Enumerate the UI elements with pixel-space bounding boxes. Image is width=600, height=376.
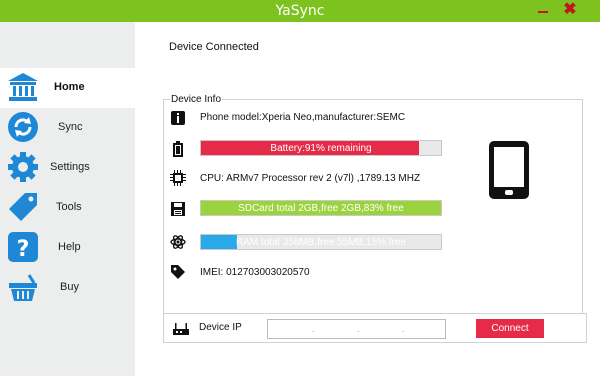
imei: IMEI: 012703003020570 [200,267,310,278]
gear-icon [8,152,38,182]
app-title: YaSync [275,3,325,19]
router-icon [173,323,189,335]
basket-icon [9,274,37,301]
floppy-icon [171,202,185,216]
sidebar-item-tools[interactable]: Tools [0,188,135,228]
device-info-title: Device Info [170,94,223,105]
sidebar-item-label: Help [58,241,81,253]
sidebar-item-home[interactable]: Home [0,68,135,108]
device-info-panel: Device Info Phone model:Xperia Neo,manuf… [163,94,583,316]
phone-model: Phone model:Xperia Neo,manufacturer:SEMC [200,112,406,123]
close-icon[interactable]: ✖ [561,2,579,20]
sidebar-item-label: Sync [58,121,83,133]
connection-status: Device Connected [169,41,259,53]
main-panel: Device Connected Device Info Phone model… [135,22,600,376]
device-ip-input[interactable]: . . . [267,319,446,339]
svg-text:?: ? [17,237,30,262]
device-ip-label: Device IP [199,322,242,333]
sdcard-text: SDCard total 2GB,free 2GB,83% free [238,203,404,214]
tag-icon [9,193,37,221]
ram-bar: RAM total 358MB,free 55MB,15% free [200,234,442,250]
cpu-info: CPU: ARMv7 Processor rev 2 (v7l) ,1789.1… [200,173,421,184]
sidebar-item-settings[interactable]: Settings [0,148,135,188]
sync-icon [8,112,38,142]
battery-icon [173,141,183,157]
sidebar-item-label: Buy [60,281,79,293]
bank-icon [8,73,38,101]
sdcard-bar: SDCard total 2GB,free 2GB,83% free [200,200,442,216]
sidebar-item-sync[interactable]: Sync [0,108,135,148]
tag-icon [171,265,185,279]
sidebar-item-label: Tools [56,201,82,213]
atom-icon [170,235,186,249]
minimize-icon[interactable] [534,2,552,20]
connect-button[interactable]: Connect [476,319,544,338]
sidebar-item-buy[interactable]: Buy [0,268,135,308]
sidebar: Home Sync Settings Tools ? Help Buy [0,22,135,376]
cpu-icon [170,170,186,186]
device-ip-panel: Device IP . . . Connect [163,313,587,343]
smartphone-icon [489,141,529,199]
battery-text: Battery:91% remaining [270,143,372,154]
sidebar-item-label: Settings [50,161,90,173]
help-icon: ? [8,232,38,262]
ram-text: RAM total 358MB,free 55MB,15% free [235,237,407,248]
battery-bar: Battery:91% remaining [200,140,442,156]
title-bar: YaSync ✖ [0,0,600,22]
sidebar-item-help[interactable]: ? Help [0,228,135,268]
info-icon [171,111,185,125]
sidebar-item-label: Home [54,81,85,93]
